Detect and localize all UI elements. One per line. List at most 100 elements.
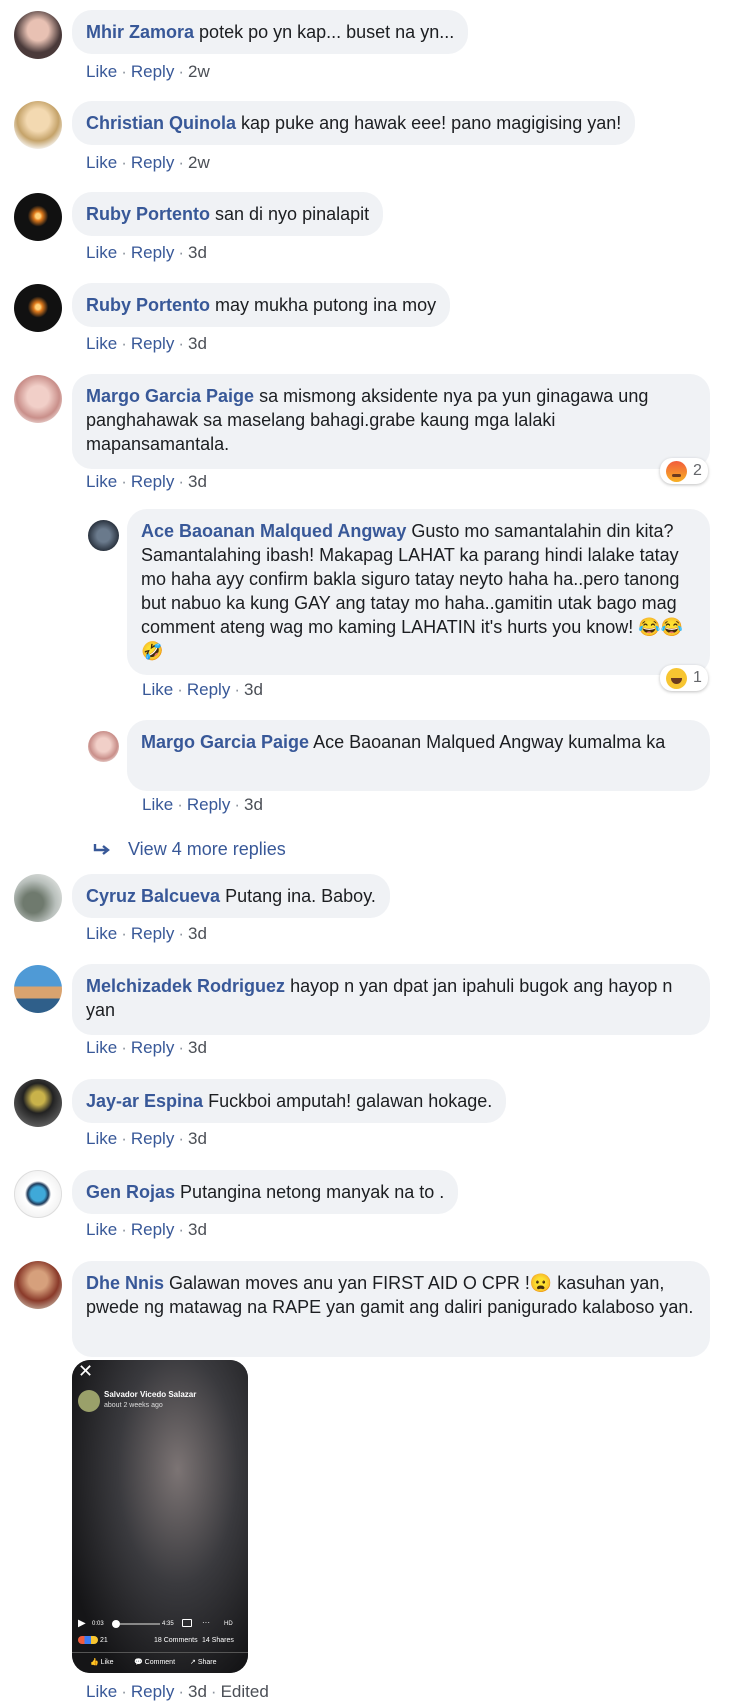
reply-button[interactable]: Reply <box>131 1129 174 1148</box>
reply-button[interactable]: Reply <box>131 62 174 81</box>
timestamp[interactable]: 2w <box>188 153 210 172</box>
avatar[interactable] <box>14 101 62 149</box>
comment-author[interactable]: Ruby Portento <box>86 295 210 315</box>
reply-button[interactable]: Reply <box>131 334 174 353</box>
avatar[interactable] <box>14 284 62 332</box>
separator: · <box>178 1038 184 1057</box>
video-poster-name: Salvador Vicedo Salazar <box>104 1390 197 1399</box>
more-icon[interactable]: ··· <box>202 1618 210 1627</box>
comment-text: may mukha putong ina moy <box>215 295 437 315</box>
comment-actions: Like · Reply · 3d <box>86 1220 207 1240</box>
separator: · <box>234 680 240 699</box>
separator: · <box>234 795 240 814</box>
video-like-button[interactable]: 👍 Like <box>90 1658 114 1666</box>
progress-track[interactable] <box>120 1623 160 1625</box>
separator: · <box>177 795 183 814</box>
separator: · <box>121 1220 127 1239</box>
reply-button[interactable]: Reply <box>187 795 230 814</box>
timestamp[interactable]: 3d <box>188 1038 207 1057</box>
comment-actions: Like · Reply · 3d <box>86 1129 207 1149</box>
reaction-summary[interactable]: 1 <box>660 665 708 691</box>
like-button[interactable]: Like <box>86 1129 117 1148</box>
like-button[interactable]: Like <box>86 472 117 491</box>
timestamp[interactable]: 3d <box>188 334 207 353</box>
play-icon[interactable]: ▶ <box>78 1618 86 1630</box>
comment-bubble: Gen Rojas Putangina netong manyak na to … <box>72 1170 459 1214</box>
like-button[interactable]: Like <box>86 924 117 943</box>
like-button[interactable]: Like <box>86 62 117 81</box>
reply-button[interactable]: Reply <box>131 1220 174 1239</box>
timestamp[interactable]: 3d <box>188 924 207 943</box>
avatar[interactable] <box>88 731 119 762</box>
reply-author[interactable]: Ace Baoanan Malqued Angway <box>141 521 406 541</box>
like-button[interactable]: Like <box>86 334 117 353</box>
video-comment-label: Comment <box>144 1659 176 1666</box>
reply-button[interactable]: Reply <box>131 472 174 491</box>
avatar[interactable] <box>88 520 119 551</box>
comment-actions: Like · Reply · 2w <box>86 153 210 173</box>
comment-text: Putangina netong manyak na to . <box>180 1182 445 1202</box>
avatar[interactable] <box>14 375 62 423</box>
comment-author[interactable]: Mhir Zamora <box>86 22 194 42</box>
avatar[interactable] <box>14 1170 62 1218</box>
timestamp[interactable]: 3d <box>188 472 207 491</box>
timestamp[interactable]: 3d <box>188 1682 207 1701</box>
hd-label[interactable]: HD <box>224 1621 233 1627</box>
like-button[interactable]: Like <box>86 1038 117 1057</box>
reply-button[interactable]: Reply <box>131 1038 174 1057</box>
like-button[interactable]: Like <box>86 1220 117 1239</box>
comment-bubble: Margo Garcia Paige sa mismong aksidente … <box>72 374 710 469</box>
avatar[interactable] <box>14 193 62 241</box>
comment-author[interactable]: Cyruz Balcueva <box>86 886 220 906</box>
progress-knob[interactable] <box>112 1620 120 1628</box>
timestamp[interactable]: 3d <box>188 243 207 262</box>
reply-button[interactable]: Reply <box>131 1682 174 1701</box>
video-attachment[interactable]: ✕ Salvador Vicedo Salazar about 2 weeks … <box>72 1360 248 1673</box>
like-button[interactable]: Like <box>86 153 117 172</box>
reply-author[interactable]: Margo Garcia Paige <box>141 732 309 752</box>
avatar[interactable] <box>14 1261 62 1309</box>
like-button[interactable]: Like <box>86 1682 117 1701</box>
timestamp[interactable]: 3d <box>188 1220 207 1239</box>
timestamp[interactable]: 2w <box>188 62 210 81</box>
comment-bubble: Dhe Nnis Galawan moves anu yan FIRST AID… <box>72 1261 710 1357</box>
comment-author[interactable]: Dhe Nnis <box>86 1273 164 1293</box>
separator: · <box>178 153 184 172</box>
close-icon[interactable]: ✕ <box>78 1362 93 1380</box>
timestamp[interactable]: 3d <box>244 680 263 699</box>
like-button[interactable]: Like <box>86 243 117 262</box>
comment-author[interactable]: Gen Rojas <box>86 1182 175 1202</box>
comment-author[interactable]: Ruby Portento <box>86 204 210 224</box>
avatar[interactable] <box>14 965 62 1013</box>
comment-author[interactable]: Christian Quinola <box>86 113 236 133</box>
video-comment-button[interactable]: 💬 Comment <box>134 1658 175 1666</box>
view-more-label[interactable]: View 4 more replies <box>128 839 286 859</box>
comment-author[interactable]: Melchizadek Rodriguez <box>86 976 285 996</box>
video-controls: ▶ 0:03 4:35 ··· HD <box>78 1618 242 1632</box>
like-button[interactable]: Like <box>142 680 173 699</box>
separator: · <box>210 1682 217 1701</box>
like-button[interactable]: Like <box>142 795 173 814</box>
cast-icon[interactable] <box>182 1619 192 1627</box>
comment-author[interactable]: Jay-ar Espina <box>86 1091 203 1111</box>
reply-button[interactable]: Reply <box>131 924 174 943</box>
comment-author[interactable]: Margo Garcia Paige <box>86 386 254 406</box>
reply-bubble: Margo Garcia Paige Ace Baoanan Malqued A… <box>127 720 710 791</box>
elapsed-time: 0:03 <box>92 1621 104 1627</box>
reactions-count: 21 <box>99 1636 108 1644</box>
edited-label[interactable]: Edited <box>221 1682 269 1701</box>
video-action-bar: 👍 Like 💬 Comment ↗ Share <box>72 1652 248 1670</box>
reply-button[interactable]: Reply <box>131 243 174 262</box>
video-share-button[interactable]: ↗ Share <box>190 1658 217 1666</box>
avatar[interactable] <box>14 11 62 59</box>
separator: · <box>121 62 127 81</box>
timestamp[interactable]: 3d <box>244 795 263 814</box>
avatar[interactable] <box>14 874 62 922</box>
comment-bubble: Cyruz Balcueva Putang ina. Baboy. <box>72 874 390 918</box>
avatar[interactable] <box>14 1079 62 1127</box>
reply-button[interactable]: Reply <box>187 680 230 699</box>
reply-button[interactable]: Reply <box>131 153 174 172</box>
view-more-replies[interactable]: View 4 more replies <box>92 839 286 860</box>
reaction-summary[interactable]: 2 <box>660 458 708 484</box>
timestamp[interactable]: 3d <box>188 1129 207 1148</box>
